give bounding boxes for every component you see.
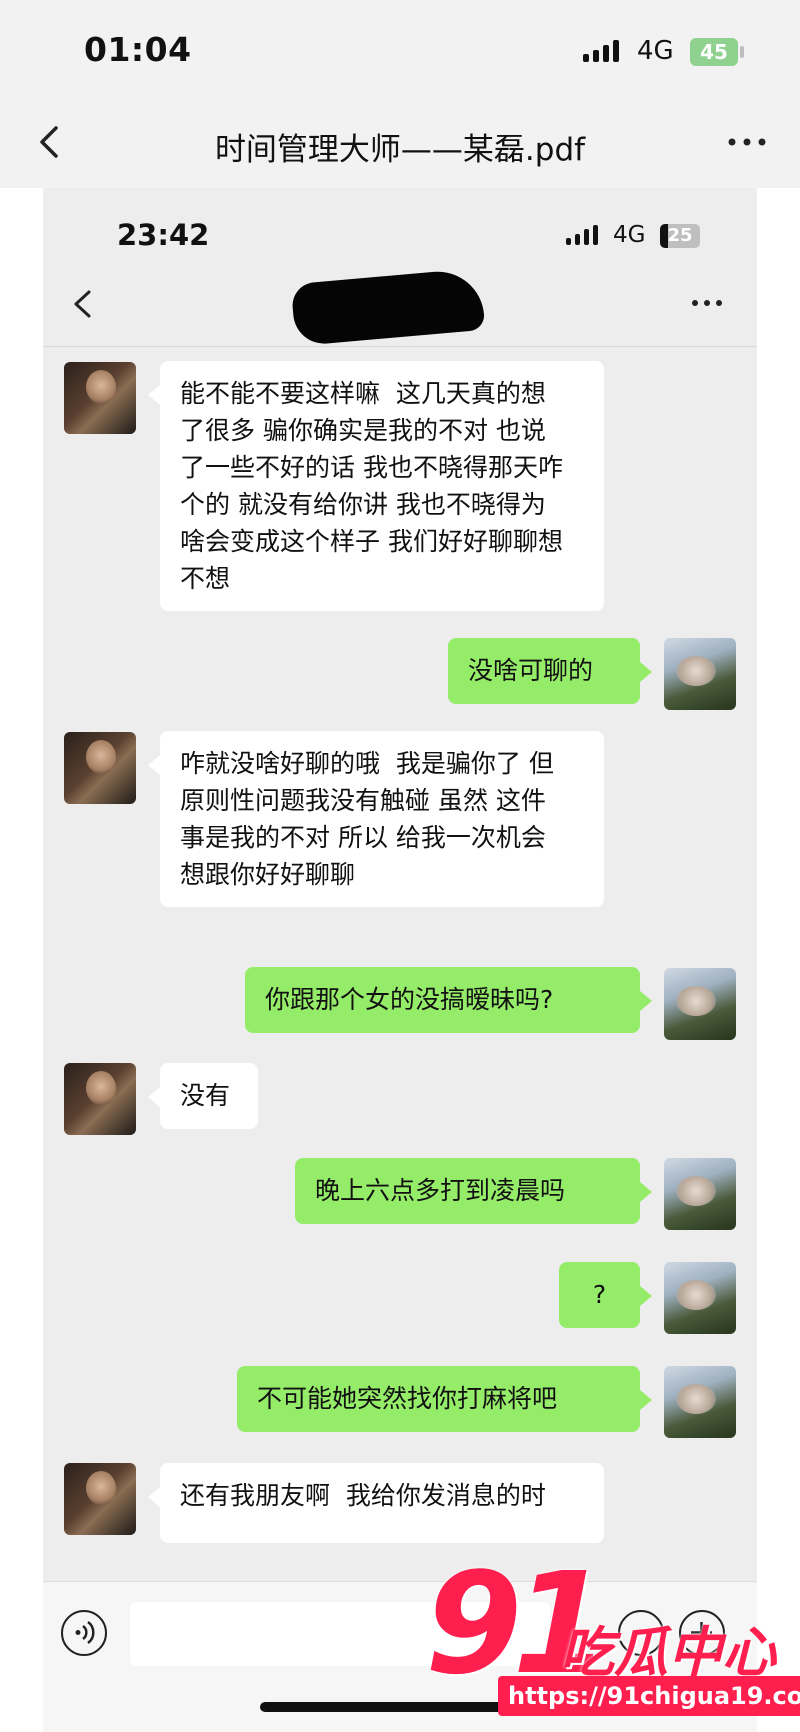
- voice-icon: [75, 1620, 95, 1645]
- message-bubble[interactable]: 还有我朋友啊 我给你发消息的时: [148, 1463, 604, 1543]
- contact-avatar[interactable]: [64, 362, 136, 434]
- message-bubble[interactable]: 不可能她突然找你打麻将吧: [237, 1366, 652, 1432]
- battery-icon: 45: [690, 38, 738, 66]
- outer-time: 01:04: [84, 30, 192, 69]
- self-avatar[interactable]: [664, 968, 736, 1040]
- document-nav-bar: 时间管理大师——某磊.pdf: [0, 100, 800, 186]
- document-title: 时间管理大师——某磊.pdf: [214, 132, 586, 168]
- network-label: 4G: [637, 36, 674, 66]
- battery-level: [660, 224, 668, 248]
- message-bubble[interactable]: ?: [559, 1262, 652, 1328]
- contact-avatar[interactable]: [64, 1063, 136, 1135]
- voice-button[interactable]: [61, 1610, 107, 1656]
- back-icon[interactable]: [65, 286, 101, 322]
- message-list[interactable]: 能不能不要这样嘛 这几天真的想 了很多 骗你确实是我的不对 也说 了一些不好的话…: [43, 347, 757, 1611]
- page-margin-left: [0, 188, 43, 1732]
- message-bubble[interactable]: 咋就没啥好聊的哦 我是骗你了 但 原则性问题我没有触碰 虽然 这件 事是我的不对…: [148, 731, 604, 907]
- chat-nav-bar: [43, 267, 757, 347]
- outer-status-bar: 01:04 4G 45: [0, 0, 800, 100]
- message-bubble[interactable]: 晚上六点多打到凌晨吗: [295, 1158, 652, 1224]
- self-avatar[interactable]: [664, 1366, 736, 1438]
- self-avatar[interactable]: [664, 1262, 736, 1334]
- signal-icon: [566, 225, 598, 245]
- self-avatar[interactable]: [664, 638, 736, 710]
- inner-status-bar: 23:42 4G 25: [43, 188, 757, 268]
- network-label: 4G: [613, 222, 646, 248]
- more-icon[interactable]: [687, 288, 727, 318]
- watermark-url: https://91chigua19.com: [498, 1676, 800, 1716]
- message-bubble[interactable]: 没有: [148, 1063, 258, 1129]
- signal-icon: [583, 40, 619, 62]
- contact-avatar[interactable]: [64, 732, 136, 804]
- inner-time: 23:42: [117, 218, 210, 252]
- message-bubble[interactable]: 没啥可聊的: [448, 638, 652, 704]
- self-avatar[interactable]: [664, 1158, 736, 1230]
- chat-screenshot: 23:42 4G 25 能不能不要这样嘛 这几天真的想 了很多 骗你确实是我的不…: [43, 188, 757, 1732]
- more-icon[interactable]: [722, 122, 772, 162]
- battery-nub: [740, 46, 744, 58]
- message-bubble[interactable]: 能不能不要这样嘛 这几天真的想 了很多 骗你确实是我的不对 也说 了一些不好的话…: [148, 361, 604, 611]
- page-margin-right: [757, 188, 800, 1732]
- message-bubble[interactable]: 你跟那个女的没搞暧昧吗?: [245, 967, 652, 1033]
- contact-avatar[interactable]: [64, 1463, 136, 1535]
- redacted-contact-name: [290, 267, 486, 347]
